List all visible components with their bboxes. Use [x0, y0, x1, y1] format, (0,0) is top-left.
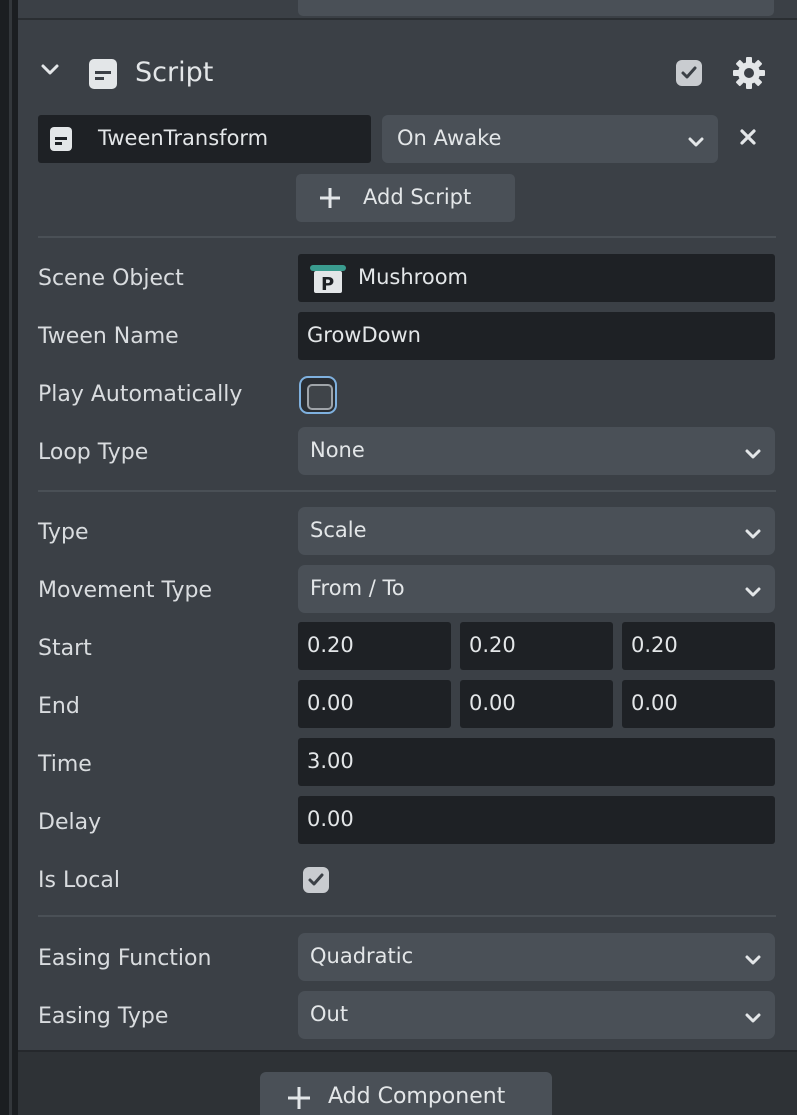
easing-type-label: Easing Type — [38, 1004, 169, 1029]
easing-function-value: Quadratic — [310, 944, 414, 968]
tween-name-value: GrowDown — [307, 323, 421, 347]
add-script-button[interactable]: Add Script — [296, 174, 515, 222]
type-value: Scale — [310, 518, 367, 542]
loop-type-select[interactable]: None — [298, 427, 775, 475]
add-script-label: Add Script — [363, 185, 472, 209]
easing-type-select[interactable]: Out — [298, 991, 775, 1039]
component-enabled-checkbox[interactable] — [676, 60, 702, 90]
type-select[interactable]: Scale — [298, 507, 775, 555]
delay-label: Delay — [38, 810, 102, 835]
scene-object-label: Scene Object — [38, 266, 184, 291]
play-automatically-label: Play Automatically — [38, 382, 243, 407]
end-y-input[interactable]: 0.00 — [460, 680, 613, 728]
section-divider — [38, 490, 776, 492]
component-title: Script — [135, 57, 214, 88]
collapse-chevron-icon[interactable] — [40, 62, 60, 81]
chevron-down-icon — [745, 583, 761, 602]
gear-icon[interactable] — [732, 56, 766, 94]
start-x-input[interactable]: 0.20 — [298, 622, 451, 670]
chevron-down-icon — [745, 445, 761, 464]
chevron-down-icon — [688, 133, 704, 152]
is-local-label: Is Local — [38, 868, 120, 893]
start-x-value: 0.20 — [307, 633, 354, 657]
loop-type-value: None — [310, 438, 365, 462]
movement-type-label: Movement Type — [38, 578, 213, 603]
end-y-value: 0.00 — [469, 691, 516, 715]
add-component-button[interactable]: Add Component — [260, 1072, 552, 1115]
chevron-down-icon — [745, 951, 761, 970]
add-component-label: Add Component — [328, 1084, 506, 1109]
script-file-icon — [50, 127, 72, 155]
plus-icon — [318, 186, 342, 214]
loop-type-label: Loop Type — [38, 440, 149, 465]
end-label: End — [38, 694, 80, 719]
script-icon — [88, 58, 118, 94]
inspector-footer: Add Component — [18, 1050, 797, 1115]
window-edge-line — [9, 0, 12, 1115]
delay-value: 0.00 — [307, 807, 354, 831]
start-y-value: 0.20 — [469, 633, 516, 657]
is-local-checkbox[interactable] — [303, 867, 329, 893]
window-edge — [0, 0, 18, 1115]
movement-type-value: From / To — [310, 576, 405, 600]
time-input[interactable]: 3.00 — [298, 738, 775, 786]
scene-object-icon: P — [308, 263, 348, 299]
svg-text:P: P — [321, 274, 334, 295]
start-z-input[interactable]: 0.20 — [622, 622, 775, 670]
time-value: 3.00 — [307, 749, 354, 773]
plus-icon — [286, 1085, 312, 1115]
script-event-value: On Awake — [397, 126, 502, 150]
chevron-down-icon — [745, 1009, 761, 1028]
script-name: TweenTransform — [98, 126, 269, 150]
end-x-input[interactable]: 0.00 — [298, 680, 451, 728]
component-header[interactable]: Script — [18, 44, 797, 104]
start-y-input[interactable]: 0.20 — [460, 622, 613, 670]
section-divider — [38, 915, 776, 917]
tween-name-input[interactable]: GrowDown — [298, 312, 775, 360]
movement-type-select[interactable]: From / To — [298, 565, 775, 613]
end-x-value: 0.00 — [307, 691, 354, 715]
play-automatically-checkbox[interactable] — [299, 376, 337, 414]
section-divider — [38, 236, 776, 238]
previous-component-strip — [18, 0, 797, 20]
script-asset-field[interactable]: TweenTransform — [38, 115, 371, 163]
chevron-down-icon — [745, 525, 761, 544]
end-z-input[interactable]: 0.00 — [622, 680, 775, 728]
easing-function-label: Easing Function — [38, 946, 212, 971]
type-label: Type — [38, 520, 89, 545]
time-label: Time — [38, 752, 92, 777]
tween-name-label: Tween Name — [38, 324, 179, 349]
previous-field — [298, 0, 774, 16]
easing-function-select[interactable]: Quadratic — [298, 933, 775, 981]
checkmark-icon — [308, 873, 324, 886]
start-label: Start — [38, 636, 92, 661]
end-z-value: 0.00 — [631, 691, 678, 715]
delay-input[interactable]: 0.00 — [298, 796, 775, 844]
remove-script-icon[interactable] — [736, 125, 760, 153]
start-z-value: 0.20 — [631, 633, 678, 657]
scene-object-value: Mushroom — [358, 265, 469, 289]
easing-type-value: Out — [310, 1002, 349, 1026]
scene-object-field[interactable]: P Mushroom — [298, 254, 775, 302]
script-event-select[interactable]: On Awake — [382, 115, 718, 163]
